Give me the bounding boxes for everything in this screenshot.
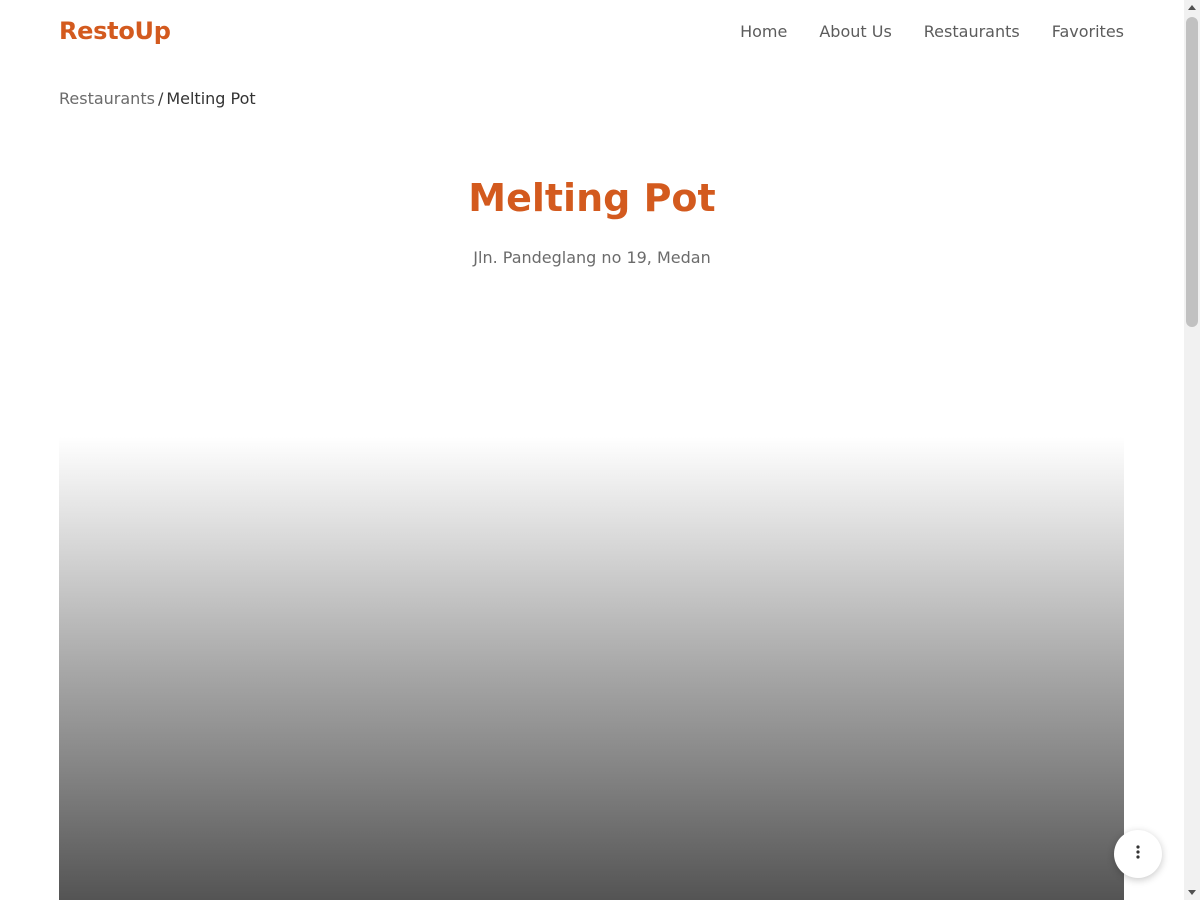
vertical-scrollbar[interactable] — [1184, 0, 1200, 900]
scroll-up-arrow-icon[interactable] — [1184, 0, 1200, 16]
nav-links: Home About Us Restaurants Favorites — [740, 22, 1124, 41]
nav-item-home[interactable]: Home — [740, 22, 787, 41]
restaurant-image — [59, 437, 1124, 900]
breadcrumb-restaurants-link[interactable]: Restaurants — [59, 89, 155, 108]
nav-item-about-us[interactable]: About Us — [819, 22, 891, 41]
restaurant-address: Jln. Pandeglang no 19, Medan — [473, 248, 711, 267]
scroll-down-arrow-icon[interactable] — [1184, 884, 1200, 900]
brand-logo[interactable]: RestoUp — [59, 17, 171, 45]
more-options-button[interactable] — [1114, 830, 1162, 878]
nav-item-restaurants[interactable]: Restaurants — [924, 22, 1020, 41]
breadcrumb-separator: / — [157, 89, 164, 108]
page: RestoUp Home About Us Restaurants Favori… — [0, 0, 1184, 900]
breadcrumb: Restaurants / Melting Pot — [59, 89, 256, 108]
restaurant-name: Melting Pot — [468, 176, 716, 220]
scrollbar-thumb[interactable] — [1186, 17, 1198, 327]
more-vertical-icon — [1130, 844, 1146, 864]
navbar: RestoUp Home About Us Restaurants Favori… — [0, 0, 1184, 66]
breadcrumb-current: Melting Pot — [166, 89, 256, 108]
nav-item-favorites[interactable]: Favorites — [1052, 22, 1124, 41]
